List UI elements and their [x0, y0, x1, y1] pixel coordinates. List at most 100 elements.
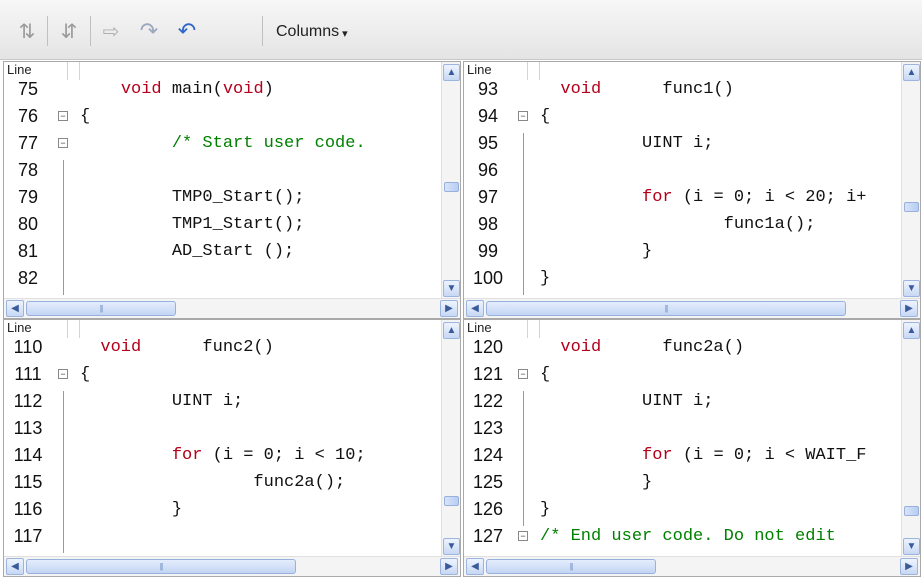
horizontal-scroll-thumb[interactable]: ||| — [486, 301, 846, 316]
scroll-up-icon[interactable]: ▲ — [443, 64, 460, 81]
code-pane-top-right[interactable]: Line 93 void func1() 94−{95 UINT i; 96 97 fo… — [463, 61, 921, 319]
scroll-down-icon[interactable]: ▼ — [443, 538, 460, 555]
code-line: 100} — [464, 268, 902, 295]
code-view[interactable]: 110 void func2() 111−{112 UINT i; 113 114 f… — [4, 337, 442, 557]
line-number: 78 — [17, 160, 39, 180]
code-view[interactable]: 93 void func1() 94−{95 UINT i; 96 97 for (i… — [464, 79, 902, 299]
vertical-scrollbar[interactable]: ▲ ▼ — [441, 62, 460, 299]
fold-guide-line — [523, 472, 524, 499]
scroll-right-icon[interactable]: ▶ — [900, 558, 918, 575]
line-column-header[interactable]: Line — [4, 320, 68, 338]
fold-column-header[interactable] — [68, 320, 80, 338]
code-text: for (i = 0; i < 20; i+ — [540, 187, 866, 208]
code-token: UINT i; — [540, 392, 714, 411]
fold-column-header[interactable] — [528, 62, 540, 80]
line-number: 76 — [17, 106, 39, 126]
line-number: 126 — [472, 499, 504, 519]
horizontal-scrollbar[interactable]: ◀ ||| ▶ — [4, 298, 460, 318]
code-text: func2a(); — [80, 472, 345, 493]
fold-guide-line — [63, 445, 64, 472]
code-view[interactable]: 120 void func2a() 121−{122 UINT i; 123 124 … — [464, 337, 902, 557]
comment: /* End user code. Do not edit — [540, 527, 836, 546]
line-number: 94 — [477, 106, 499, 126]
vertical-scrollbar[interactable]: ▲ ▼ — [901, 320, 920, 557]
code-pane-top-left[interactable]: Line 75 void main(void) 76 − {77 − /* Start u… — [3, 61, 461, 319]
code-text: AD_Start (); — [80, 241, 294, 262]
scroll-left-icon[interactable]: ◀ — [6, 300, 24, 317]
column-header: Line — [4, 62, 460, 80]
scroll-right-icon[interactable]: ▶ — [440, 300, 458, 317]
code-token: } — [540, 473, 653, 492]
vertical-scroll-thumb[interactable] — [904, 202, 919, 212]
code-line: 124 for (i = 0; i < WAIT_F — [464, 445, 902, 472]
code-token: { — [80, 107, 91, 126]
vertical-scroll-thumb[interactable] — [444, 496, 459, 506]
undo-icon[interactable]: ↶ — [172, 18, 202, 44]
scroll-up-icon[interactable]: ▲ — [443, 322, 460, 339]
code-pane-bottom-left[interactable]: Line 110 void func2() 111−{112 UINT i; 113 1… — [3, 319, 461, 577]
code-token: func1() — [601, 80, 734, 99]
scroll-left-icon[interactable]: ◀ — [6, 558, 24, 575]
line-column-header[interactable]: Line — [464, 62, 528, 80]
scroll-left-icon[interactable]: ◀ — [466, 300, 484, 317]
unsync-scroll-icon[interactable]: ⇵ — [54, 18, 84, 44]
code-token: AD_Start (); — [80, 242, 295, 261]
fold-toggle-icon[interactable]: − — [58, 111, 68, 121]
code-token: UINT i; — [540, 134, 714, 153]
code-text: TMP1_Start(); — [80, 214, 305, 235]
vertical-scrollbar[interactable]: ▲ ▼ — [901, 62, 920, 299]
fold-toggle-icon[interactable]: − — [518, 111, 528, 121]
arrow-right-icon[interactable]: ⇨ — [96, 18, 126, 44]
code-token: { — [540, 107, 551, 126]
scroll-down-icon[interactable]: ▼ — [443, 280, 460, 297]
scroll-up-icon[interactable]: ▲ — [903, 322, 920, 339]
column-header: Line — [464, 320, 920, 338]
sync-scroll-icon[interactable]: ⇅ — [12, 18, 42, 44]
scroll-right-icon[interactable]: ▶ — [440, 558, 458, 575]
fold-column-header[interactable] — [68, 62, 80, 80]
line-number: 121 — [472, 364, 504, 384]
code-line: 81 AD_Start (); — [4, 241, 442, 268]
redo-icon[interactable]: ↷ — [134, 18, 164, 44]
vertical-scroll-thumb[interactable] — [904, 506, 919, 516]
horizontal-scrollbar[interactable]: ◀ ||| ▶ — [464, 298, 920, 318]
code-text: UINT i; — [540, 133, 713, 154]
horizontal-scrollbar[interactable]: ◀ ||| ▶ — [464, 556, 920, 576]
code-line: 125 } — [464, 472, 902, 499]
line-number: 93 — [477, 79, 499, 99]
fold-toggle-icon[interactable]: − — [58, 369, 68, 379]
scroll-down-icon[interactable]: ▼ — [903, 538, 920, 555]
code-text: void func1() — [540, 79, 734, 100]
line-number: 100 — [472, 268, 504, 288]
line-column-header[interactable]: Line — [464, 320, 528, 338]
vertical-scrollbar[interactable]: ▲ ▼ — [441, 320, 460, 557]
horizontal-scroll-thumb[interactable]: ||| — [486, 559, 656, 574]
code-view[interactable]: 75 void main(void) 76 − {77 − /* Start user … — [4, 79, 442, 299]
scroll-down-icon[interactable]: ▼ — [903, 280, 920, 297]
code-line: 116 } — [4, 499, 442, 526]
code-line: 113 — [4, 418, 442, 445]
fold-column-header[interactable] — [528, 320, 540, 338]
scroll-left-icon[interactable]: ◀ — [466, 558, 484, 575]
fold-toggle-icon[interactable]: − — [518, 369, 528, 379]
horizontal-scroll-thumb[interactable]: ||| — [26, 559, 296, 574]
horizontal-scroll-thumb[interactable]: ||| — [26, 301, 176, 316]
scroll-up-icon[interactable]: ▲ — [903, 64, 920, 81]
code-pane-bottom-right[interactable]: Line 120 void func2a() 121−{122 UINT i; 123… — [463, 319, 921, 577]
columns-dropdown[interactable]: Columns ▾ — [276, 21, 348, 43]
keyword: for — [171, 446, 203, 465]
vertical-scroll-thumb[interactable] — [444, 182, 459, 192]
scroll-right-icon[interactable]: ▶ — [900, 300, 918, 317]
code-token: } — [540, 242, 653, 261]
keyword: void — [120, 80, 162, 99]
line-column-header[interactable]: Line — [4, 62, 68, 80]
line-number: 125 — [472, 472, 504, 492]
fold-guide-line — [63, 160, 64, 187]
horizontal-scrollbar[interactable]: ◀ ||| ▶ — [4, 556, 460, 576]
fold-toggle-icon[interactable]: − — [518, 531, 528, 541]
fold-toggle-icon[interactable]: − — [58, 138, 68, 148]
